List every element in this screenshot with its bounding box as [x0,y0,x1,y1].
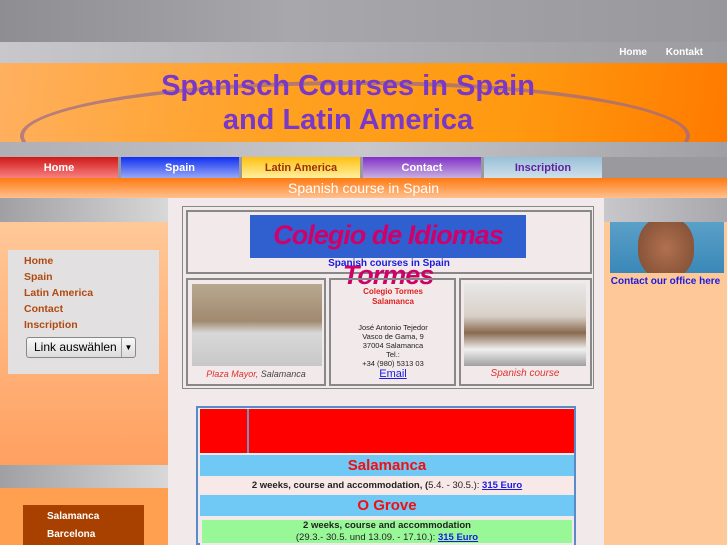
school-name-2: Salamanca [372,297,414,306]
city-heading-salamanca: Salamanca [200,455,574,476]
price-link[interactable]: 315 Euro [482,480,522,491]
caption-city: Salamanca [260,369,306,379]
price-link[interactable]: 315 Euro [438,532,478,543]
plaza-mayor-photo [192,284,322,366]
school-logo: Colegio de Idiomas Tormes [250,215,526,290]
address-line: Tel.: [386,350,400,359]
address-line: +34 (980) 5313 03 [362,359,424,368]
left-nav-spain[interactable]: Spain [24,269,159,285]
tab-contact[interactable]: Contact [363,157,481,178]
link-select[interactable]: Link auswählen ▼ [26,337,136,358]
address-line: 37004 Salamanca [362,341,424,350]
page-subtitle: Spanish course in Spain [0,178,727,198]
left-nav-inscription[interactable]: Inscription [24,317,159,333]
city-salamanca[interactable]: Salamanca [47,508,144,526]
left-nav: Home Spain Latin America Contact Inscrip… [8,250,159,374]
contact-photo[interactable] [610,222,724,273]
offer-salamanca: 2 weeks, course and accommodation, (5.4.… [200,478,574,493]
photo2-caption: Spanish course [490,368,560,379]
school-tagline: Spanish courses in Spain [328,258,450,269]
top-link-home[interactable]: Home [619,47,647,58]
offer-text: 2 weeks, course and accommodation, ( [251,480,429,491]
school-name-1: Colegio Tormes [363,287,423,296]
left-nav-home[interactable]: Home [24,253,159,269]
offer-dates: 5.4. - 30.5.): [428,480,480,491]
address-line: José Antonio Tejedor [358,323,428,332]
city-barcelona[interactable]: Barcelona [47,526,144,544]
red-header [200,409,574,453]
classroom-photo [464,283,586,366]
address-line: Vasco de Gama, 9 [362,332,424,341]
offer-o-grove: 2 weeks, course and accommodation (29.3.-… [200,518,574,545]
link-select-value: Link auswählen [34,340,117,354]
top-links: Home Kontakt [0,42,727,63]
email-link[interactable]: Email [331,368,455,381]
banner: Spanisch Courses in Spain and Latin Ameri… [0,63,727,142]
school-name: Colegio Tormes Salamanca [331,287,455,307]
tab-home[interactable]: Home [0,157,118,178]
title-line-2: and Latin America [222,104,474,136]
city-heading-o-grove: O Grove [200,495,574,516]
left-nav-contact[interactable]: Contact [24,301,159,317]
chevron-down-icon: ▼ [121,338,135,357]
top-link-kontakt[interactable]: Kontakt [666,47,703,58]
caption-place: Plaza Mayor, [206,369,259,379]
school-address: José Antonio Tejedor Vasco de Gama, 9 37… [331,323,455,381]
divider [0,142,727,157]
left-nav-latin-america[interactable]: Latin America [24,285,159,301]
offer-dates: (29.3.- 30.5. und 13.09. - 17.10.): [295,532,436,543]
main-tabs: Home Spain Latin America Contact Inscrip… [0,157,727,178]
tab-inscription[interactable]: Inscription [484,157,602,178]
city-menu: Salamanca Barcelona [23,505,144,545]
contact-office-link[interactable]: Contact our office here [604,276,727,288]
offer-text: 2 weeks, course and accommodation [303,520,471,531]
top-bar [0,0,727,42]
title-line-1: Spanisch Courses in Spain [161,70,535,102]
offers-table: Salamanca 2 weeks, course and accommodat… [196,406,576,545]
photo1-caption: Plaza Mayor, Salamanca [188,369,324,379]
tab-spain[interactable]: Spain [121,157,239,178]
site-title: Spanisch Courses in Spain and Latin Ameri… [0,69,696,137]
tab-latin-america[interactable]: Latin America [242,157,360,178]
